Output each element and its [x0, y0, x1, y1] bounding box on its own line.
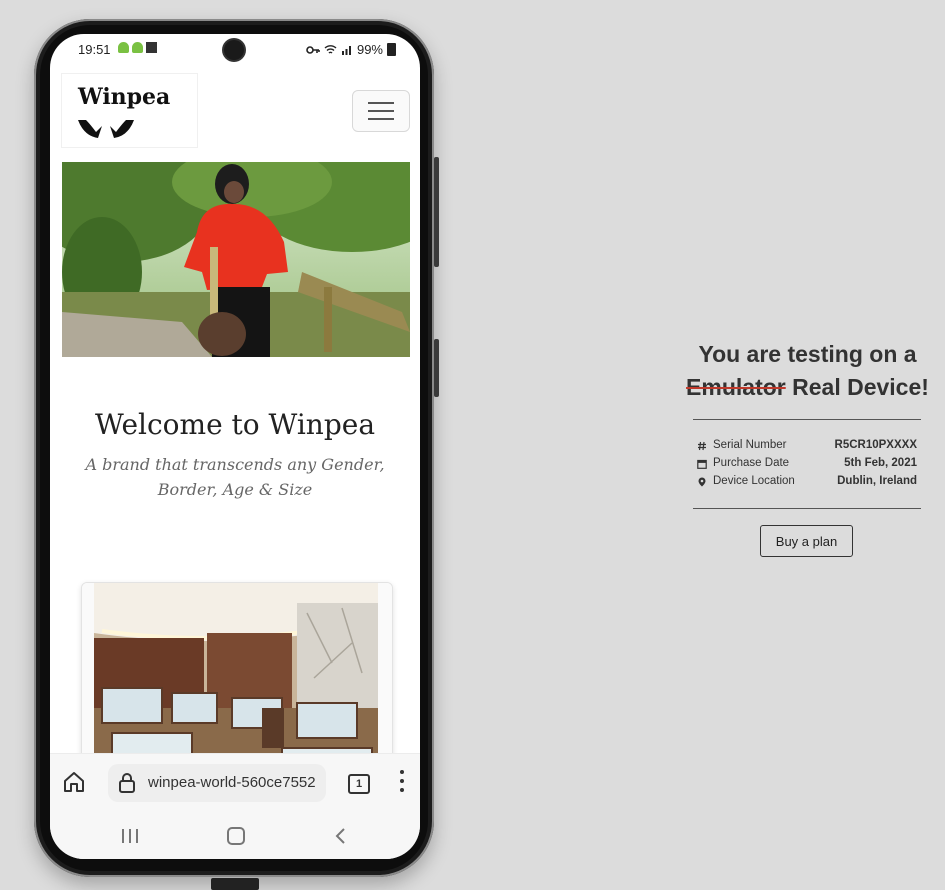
notification-icons — [118, 42, 157, 53]
nav-home-icon[interactable] — [227, 827, 245, 845]
headline-prefix: You are testing on a — [698, 341, 917, 367]
location-pin-icon — [698, 477, 706, 487]
power-button — [434, 339, 439, 397]
spec-row-location: Device Location Dublin, Ireland — [697, 475, 917, 493]
spec-value: 5th Feb, 2021 — [844, 457, 917, 469]
spec-row-serial: Serial Number R5CR10PXXXX — [697, 439, 917, 457]
testing-headline: You are testing on a Emulator Real Devic… — [685, 338, 930, 404]
welcome-heading: Welcome to Winpea — [94, 408, 376, 441]
divider-bottom — [693, 508, 921, 509]
key-icon — [306, 45, 320, 54]
status-bar: 19:51 99% — [50, 34, 420, 64]
address-bar[interactable]: winpea-world-560ce7552 — [108, 764, 326, 802]
recents-line — [122, 829, 124, 843]
browser-toolbar: winpea-world-560ce7552 1 — [50, 753, 420, 814]
system-status-icons: 99% — [306, 42, 396, 57]
browser-menu-icon[interactable] — [398, 770, 406, 796]
volume-button — [434, 157, 439, 267]
device-info-panel: You are testing on a Emulator Real Devic… — [685, 338, 930, 557]
divider-top — [693, 419, 921, 420]
menu-dot — [400, 788, 404, 792]
site-logo[interactable]: Winpea — [62, 74, 197, 147]
usb-cable-plug — [211, 878, 259, 890]
recents-line — [129, 829, 131, 843]
menu-dot — [400, 770, 404, 774]
battery-percent: 99% — [356, 42, 383, 57]
wifi-icon — [324, 45, 337, 54]
back-icon[interactable] — [334, 827, 346, 845]
hero-image — [62, 162, 410, 357]
spec-label: Purchase Date — [713, 457, 790, 469]
brand-tagline: A brand that transcends any Gender, Bord… — [85, 455, 385, 499]
notification-square-icon — [146, 42, 157, 53]
android-navigation-bar — [50, 813, 420, 859]
home-icon[interactable] — [62, 770, 86, 794]
battery-icon — [387, 43, 396, 56]
struck-emulator-text: Emulator — [686, 374, 786, 400]
tabs-count-button[interactable]: 1 — [348, 774, 370, 794]
menu-toggle-button[interactable] — [352, 90, 410, 132]
spec-value: R5CR10PXXXX — [834, 439, 917, 451]
phone-screen: 19:51 99% Winpea Welcome to Winpea A bra… — [50, 34, 420, 859]
spec-label: Serial Number — [713, 439, 787, 451]
front-camera — [224, 40, 244, 60]
lock-icon — [119, 773, 135, 793]
hamburger-line — [368, 118, 394, 120]
url-text: winpea-world-560ce7552 — [148, 774, 316, 791]
spec-row-purchase-date: Purchase Date 5th Feb, 2021 — [697, 457, 917, 475]
spec-label: Device Location — [713, 475, 795, 487]
hands-icon — [78, 120, 134, 138]
recents-line — [136, 829, 138, 843]
calendar-icon — [697, 459, 707, 469]
buy-plan-button[interactable]: Buy a plan — [760, 525, 853, 557]
headline-suffix: Real Device! — [792, 374, 929, 400]
spec-value: Dublin, Ireland — [837, 475, 917, 487]
hash-icon — [698, 441, 706, 451]
status-time: 19:51 — [78, 42, 111, 57]
android-icon — [132, 42, 143, 53]
signal-icon — [341, 46, 351, 55]
android-icon — [118, 42, 129, 53]
hamburger-line — [368, 110, 394, 112]
menu-dot — [400, 779, 404, 783]
hamburger-line — [368, 102, 394, 104]
logo-wordmark: Winpea — [78, 84, 171, 110]
recents-icon[interactable] — [122, 829, 140, 843]
